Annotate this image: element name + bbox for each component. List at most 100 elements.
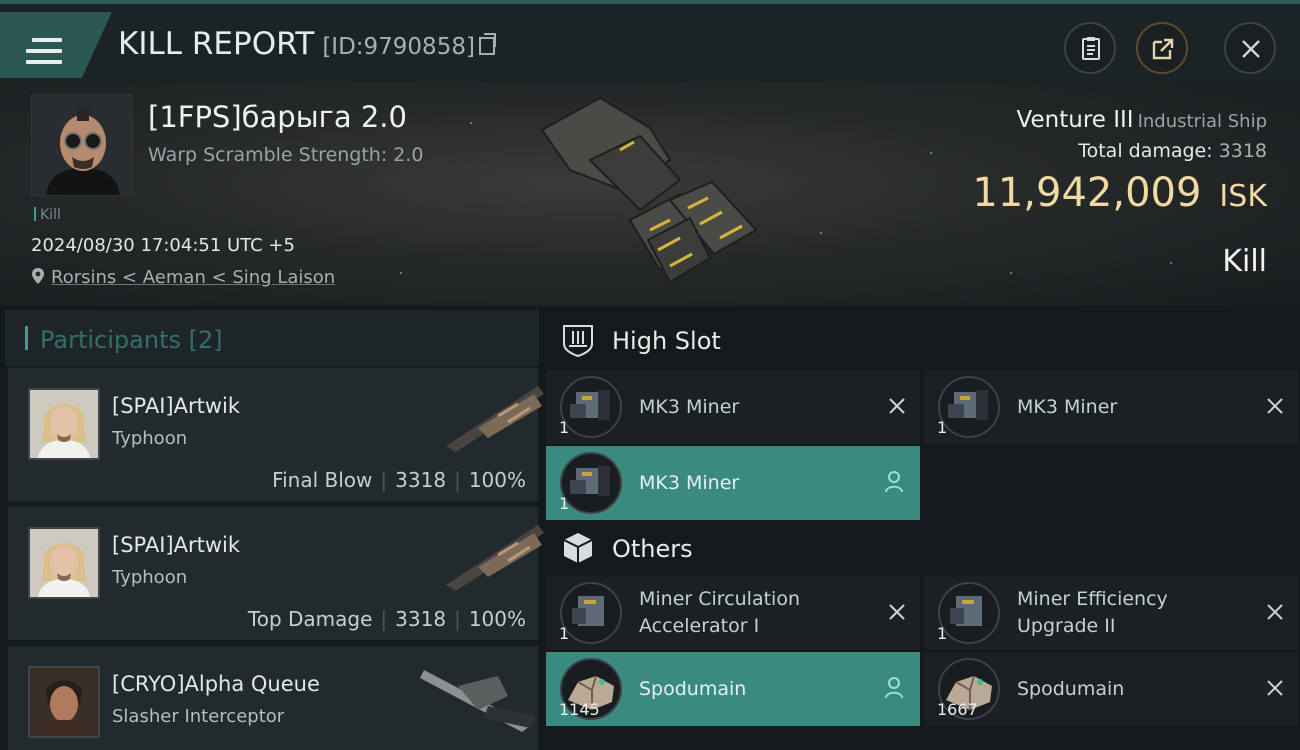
participant-stats: Final Blow | 3318 | 100% (272, 468, 526, 492)
participant-percent: 100% (468, 607, 526, 631)
participant-percent: 100% (468, 468, 526, 492)
high-slot-icon (563, 325, 593, 358)
total-damage: Total damage: 3318 (1078, 140, 1267, 162)
victim-avatar-image (32, 95, 132, 195)
item-label: MK3 Miner (1017, 395, 1118, 418)
participant-damage: 3318 (395, 607, 447, 631)
item-quantity: 1667 (937, 700, 978, 719)
item-label: MK3 Miner (639, 395, 740, 418)
participant-row[interactable]: i [CRYO]Alpha Queue Slasher Interceptor (8, 646, 538, 750)
destroyed-x-icon (1267, 604, 1283, 620)
dropped-person-icon (885, 677, 903, 699)
close-icon (1242, 40, 1260, 58)
hamburger-menu-icon[interactable] (26, 38, 62, 64)
kill-tag: Kill (34, 207, 61, 223)
menu-tab[interactable] (0, 12, 112, 78)
participant-ship-image (446, 525, 544, 591)
item-label: Miner Efficiency Upgrade II (1017, 588, 1168, 637)
victim-ship-class: Industrial Ship (1137, 111, 1267, 132)
isk-unit: ISK (1219, 179, 1267, 214)
participant-ship: Typhoon (112, 567, 188, 588)
participant-avatar[interactable] (28, 527, 100, 599)
star (400, 272, 402, 274)
high-slot-title: High Slot (612, 327, 721, 355)
participant-damage: 3318 (395, 468, 447, 492)
participant-portrait-image (30, 529, 98, 597)
item-quantity: 1 (559, 418, 570, 437)
clipboard-icon (1082, 37, 1100, 60)
warp-scramble-strength: Warp Scramble Strength: 2.0 (148, 144, 424, 166)
item-quantity: 1145 (559, 700, 600, 719)
item-label: Spodumain (1017, 677, 1125, 700)
participant-row[interactable]: [SPAI]Artwik Typhoon Final Blow | 3318 | 100… (8, 368, 544, 501)
share-icon (1152, 38, 1174, 60)
victim-ship-line: Venture III Industrial Ship (1017, 107, 1267, 133)
item-quantity: 1 (559, 624, 570, 643)
fitting-item[interactable]: 1667 Spodumain (924, 652, 1298, 726)
destroyed-x-icon (1267, 398, 1283, 414)
total-damage-label: Total damage: (1078, 140, 1213, 162)
participant-stats: Top Damage | 3318 | 100% (247, 607, 526, 631)
victim-banner: [1FPS]барыга 2.0 Warp Scramble Strength:… (0, 82, 1300, 306)
item-quantity: 1 (559, 494, 570, 513)
victim-ship-image (540, 96, 758, 284)
location-pin-icon (32, 268, 44, 284)
fitting-item[interactable]: 1 MK3 Miner (546, 446, 920, 520)
item-label: Spodumain (639, 677, 747, 700)
destroyed-x-icon (1267, 680, 1283, 696)
victim-portrait[interactable] (31, 94, 133, 196)
star (470, 122, 472, 124)
location-text: Rorsins < Aeman < Sing Laison (51, 267, 336, 288)
others-title: Others (612, 535, 693, 563)
fitting-item[interactable]: 1 MK3 Miner (924, 370, 1298, 444)
report-id: [ID:9790858] (322, 34, 475, 60)
close-button[interactable] (1224, 22, 1276, 74)
page-title-text: KILL REPORT (118, 26, 315, 62)
participant-row[interactable]: [SPAI]Artwik Typhoon Top Damage | 3318 | 100… (8, 507, 544, 640)
dropped-person-icon (885, 471, 903, 493)
clipboard-button[interactable] (1064, 22, 1116, 74)
participant-avatar[interactable]: i (28, 666, 100, 738)
mk3-miner-icon (938, 376, 1000, 438)
participant-ship: Slasher Interceptor (112, 706, 285, 727)
participants-title: Participants [2] (40, 326, 223, 354)
isk-amount: 11,942,009 (972, 170, 1202, 216)
participant-name: [SPAI]Artwik (112, 533, 240, 557)
participant-ship-image (446, 386, 544, 452)
victim-name: [1FPS]барыга 2.0 (148, 100, 407, 134)
participant-role: Top Damage (247, 607, 373, 631)
destroyed-x-icon (889, 398, 905, 414)
participant-ship-image (420, 670, 536, 732)
star (1010, 272, 1012, 274)
participants-header: Participants [2] (5, 310, 539, 366)
participant-name: [CRYO]Alpha Queue (112, 672, 320, 696)
mk3-miner-icon (560, 376, 622, 438)
miner-circulation-accelerator-icon (560, 582, 622, 644)
participants-accent (25, 326, 28, 350)
fitting-item[interactable]: 1145 Spodumain (546, 652, 920, 726)
result-label: Kill (1222, 244, 1267, 279)
item-label: MK3 Miner (639, 471, 740, 494)
victim-ship-name[interactable]: Venture III (1017, 107, 1134, 133)
item-quantity: 1 (937, 624, 948, 643)
participant-name: [SPAI]Artwik (112, 394, 240, 418)
kill-timestamp: 2024/08/30 17:04:51 UTC +5 (31, 235, 295, 256)
header-bar: KILL REPORT [ID:9790858] (0, 4, 1300, 82)
location-link[interactable]: Rorsins < Aeman < Sing Laison (31, 267, 335, 288)
participant-portrait-image (30, 390, 98, 458)
star (1170, 262, 1172, 264)
fitting-item[interactable]: 1 MK3 Miner (546, 370, 920, 444)
participant-portrait-image (30, 668, 98, 736)
copy-icon[interactable] (478, 33, 496, 55)
isk-value: 11,942,009 ISK (972, 170, 1267, 216)
fitting-item[interactable]: 1 Miner Efficiency Upgrade II (924, 576, 1298, 650)
share-button[interactable] (1136, 22, 1188, 74)
participant-avatar[interactable] (28, 388, 100, 460)
others-box-icon (563, 533, 593, 563)
participants-panel: Participants [2] [SPAI]Artwik Typhoon Fi… (5, 310, 544, 750)
participant-role: Final Blow (272, 468, 373, 492)
page-title: KILL REPORT [ID:9790858] (118, 26, 496, 62)
item-quantity: 1 (937, 418, 948, 437)
miner-efficiency-upgrade-icon (938, 582, 1000, 644)
fitting-item[interactable]: 1 Miner Circulation Accelerator I (546, 576, 920, 650)
